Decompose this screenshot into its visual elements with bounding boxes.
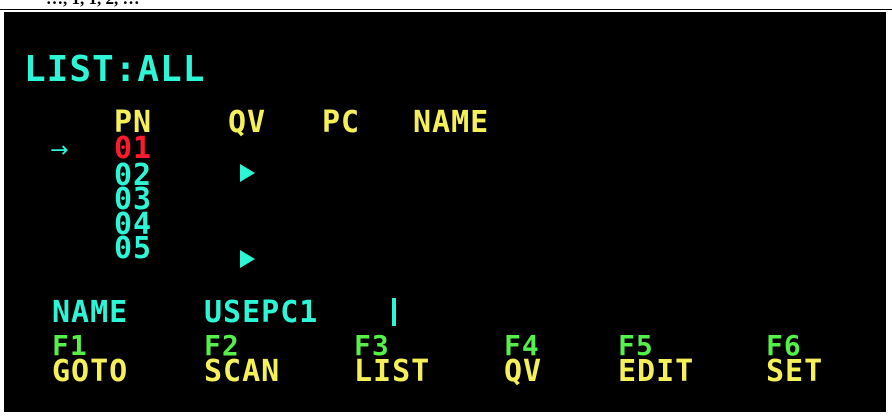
list-item-port-01[interactable]: 01 bbox=[114, 134, 152, 164]
qv-button[interactable]: QV bbox=[504, 357, 542, 387]
text-cursor bbox=[392, 298, 396, 326]
goto-button[interactable]: GOTO bbox=[52, 357, 128, 387]
play-triangle-icon bbox=[240, 250, 255, 268]
edit-button[interactable]: EDIT bbox=[618, 357, 694, 387]
name-field-label: NAME bbox=[52, 295, 129, 330]
divider bbox=[0, 9, 892, 10]
column-header-name: NAME bbox=[413, 105, 490, 140]
column-header-qv: QV bbox=[228, 105, 267, 140]
right-arrow-icon: → bbox=[50, 138, 69, 163]
cropped-top-text: …, 1, 1, 2, … bbox=[0, 0, 892, 8]
set-button[interactable]: SET bbox=[766, 357, 823, 387]
osd-screen: LIST:ALL PN QV PC NAME → 01 02 03 04 05 … bbox=[4, 12, 886, 412]
list-item-port-05[interactable]: 05 bbox=[114, 234, 152, 264]
list-title: LIST:ALL bbox=[24, 49, 206, 90]
column-header-pc: PC bbox=[322, 105, 361, 140]
list-button[interactable]: LIST bbox=[354, 357, 430, 387]
play-triangle-icon bbox=[240, 164, 255, 182]
name-field-input[interactable]: USEPC1 bbox=[204, 298, 318, 328]
scan-button[interactable]: SCAN bbox=[204, 357, 280, 387]
